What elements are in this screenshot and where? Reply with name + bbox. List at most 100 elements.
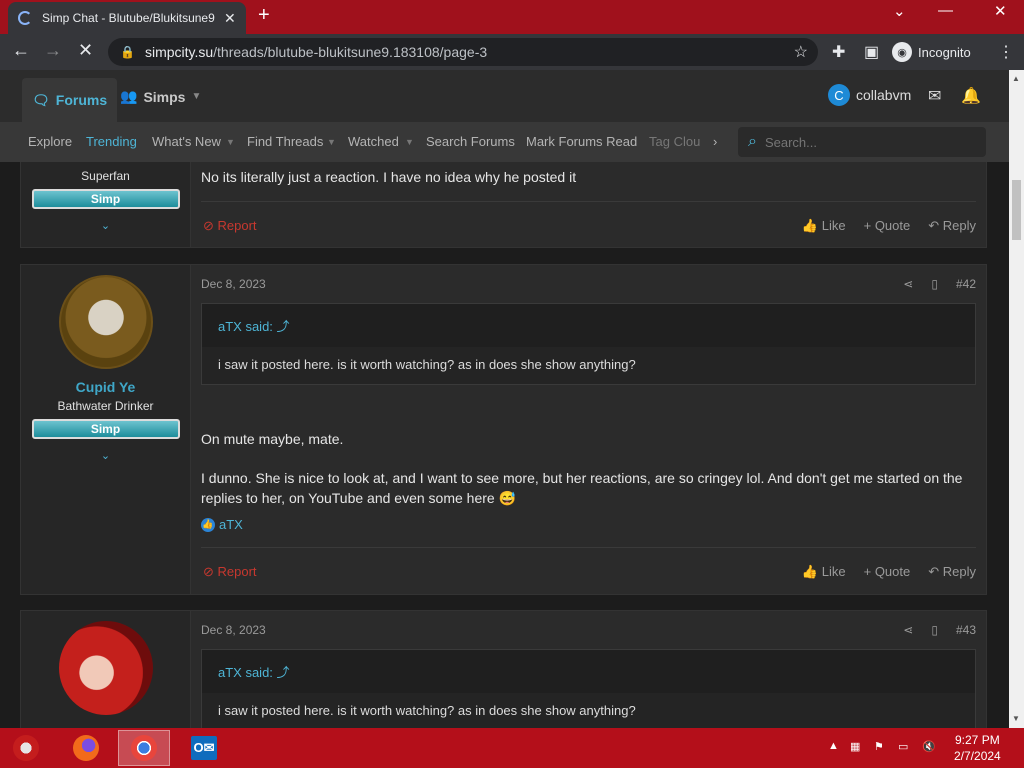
- user-banner: Simp: [31, 419, 180, 439]
- page-scrollbar[interactable]: ▲ ▼: [1009, 70, 1024, 728]
- bookmark-star-icon[interactable]: ☆: [794, 42, 808, 62]
- taskbar-chrome[interactable]: [118, 730, 170, 766]
- post: Superfan Simp ⌄ No its literally just a …: [20, 162, 987, 248]
- quote-header[interactable]: aTX said: ⤴: [202, 304, 975, 347]
- report-button[interactable]: ⊘ Report: [203, 564, 257, 580]
- browser-tab[interactable]: Simp Chat - Blutube/Blukitsune9 ✕: [8, 2, 246, 34]
- subnav-explore[interactable]: Explore: [28, 134, 72, 149]
- user-title: Bathwater Drinker: [57, 399, 154, 413]
- lock-icon[interactable]: 🔒: [120, 45, 135, 59]
- post-body: No its literally just a reaction. I have…: [201, 162, 976, 249]
- like-reaction-icon: 👍: [201, 517, 215, 532]
- reply-button[interactable]: ↶ Reply: [928, 218, 976, 234]
- taskbar-outlook[interactable]: O✉: [178, 730, 230, 766]
- bookmark-icon[interactable]: ▯: [931, 623, 938, 637]
- reaction-bar[interactable]: 👍 aTX: [201, 517, 243, 532]
- menu-icon[interactable]: ⋮: [998, 42, 1014, 62]
- share-icon[interactable]: ⋖: [903, 623, 913, 637]
- display-icon[interactable]: ▭: [898, 740, 908, 753]
- post-message: I dunno. She is nice to look at, and I w…: [201, 470, 963, 506]
- site-header: 🗨 Forums 👥 Simps ▼ C collabvm ✉ 🔔: [0, 70, 1009, 122]
- subnav-mark-read[interactable]: Mark Forums Read: [526, 134, 637, 149]
- search-box[interactable]: ⌕: [738, 127, 986, 157]
- post-date[interactable]: Dec 8, 2023: [201, 623, 266, 637]
- sub-navigation: Explore Trending What's New ▼ Find Threa…: [0, 122, 1009, 162]
- network-icon[interactable]: ▦: [850, 740, 860, 753]
- tab-search-icon[interactable]: ⌄: [893, 2, 906, 20]
- scroll-up-icon[interactable]: ▲: [1012, 74, 1020, 83]
- scroll-down-icon[interactable]: ▼: [1012, 714, 1020, 723]
- jump-icon: ⤴: [276, 665, 290, 680]
- reaction-user: aTX: [219, 517, 243, 532]
- volume-mute-icon[interactable]: 🔇: [922, 740, 936, 753]
- subnav-search-forums[interactable]: Search Forums: [426, 134, 515, 149]
- subnav-whats-new[interactable]: What's New: [152, 134, 221, 149]
- outlook-icon: O✉: [191, 736, 217, 760]
- quote-text: i saw it posted here. is it worth watchi…: [218, 357, 636, 372]
- forward-icon[interactable]: →: [44, 40, 62, 61]
- user-menu[interactable]: C collabvm: [828, 84, 911, 106]
- system-clock[interactable]: 9:27 PM 2/7/2024: [954, 732, 1001, 764]
- bell-icon[interactable]: 🔔: [961, 86, 981, 106]
- back-icon[interactable]: ←: [12, 40, 30, 61]
- post-number[interactable]: #42: [956, 277, 976, 291]
- like-button[interactable]: 👍 Like: [802, 218, 846, 234]
- report-label: Report: [217, 564, 257, 579]
- like-button[interactable]: 👍 Like: [802, 564, 846, 580]
- search-input[interactable]: [764, 134, 965, 150]
- quote-button[interactable]: + Quote: [864, 564, 911, 580]
- chevron-down-icon[interactable]: ⌄: [21, 449, 190, 462]
- reply-button[interactable]: ↶ Reply: [928, 564, 976, 580]
- username[interactable]: Cupid Ye: [21, 379, 190, 395]
- post-date[interactable]: Dec 8, 2023: [201, 277, 266, 291]
- quote-author: aTX said:: [218, 319, 273, 334]
- post-number[interactable]: #43: [956, 623, 976, 637]
- close-window-icon[interactable]: ✕: [994, 2, 1007, 20]
- quote-button[interactable]: + Quote: [864, 218, 911, 234]
- post: Dec 8, 2023 ⋖ ▯ #43 aTX said: ⤴ i saw it…: [20, 610, 987, 728]
- flag-icon[interactable]: ⚑: [874, 740, 884, 753]
- quote-header[interactable]: aTX said: ⤴: [202, 650, 975, 693]
- inbox-icon[interactable]: ✉: [928, 86, 941, 106]
- scrollbar-thumb[interactable]: [1012, 180, 1021, 240]
- stop-icon[interactable]: ✕: [78, 40, 93, 61]
- like-label: Like: [821, 564, 846, 579]
- subnav-find-threads[interactable]: Find Threads: [247, 134, 323, 149]
- url-text[interactable]: simpcity.su/threads/blutube-blukitsune9.…: [145, 44, 487, 60]
- extensions-icon[interactable]: ✚: [832, 42, 845, 62]
- user-title: Superfan: [81, 169, 130, 183]
- post-footer: ⊘ Report 👍 Like + Quote ↶ Reply: [201, 547, 976, 595]
- address-bar[interactable]: 🔒 simpcity.su/threads/blutube-blukitsune…: [108, 38, 818, 66]
- nav-simps[interactable]: 👥 Simps ▼: [120, 88, 201, 105]
- share-icon[interactable]: ⋖: [903, 277, 913, 291]
- bookmark-icon[interactable]: ▯: [931, 277, 938, 291]
- report-button[interactable]: ⊘ Report: [203, 218, 257, 234]
- quote-author: aTX said:: [218, 665, 273, 680]
- chevron-down-icon[interactable]: ▼: [405, 137, 414, 147]
- minimize-icon[interactable]: —: [938, 2, 953, 19]
- chevron-down-icon[interactable]: ⌄: [21, 219, 190, 232]
- incognito-indicator[interactable]: ◉ Incognito: [892, 42, 971, 62]
- post-body: Dec 8, 2023 ⋖ ▯ #43 aTX said: ⤴ i saw it…: [201, 611, 976, 728]
- avatar[interactable]: [58, 275, 153, 369]
- new-tab-icon[interactable]: +: [258, 4, 270, 27]
- subnav-watched[interactable]: Watched: [348, 134, 399, 149]
- tray-overflow-icon[interactable]: ▲: [828, 740, 839, 752]
- nav-forums[interactable]: 🗨 Forums: [22, 78, 118, 122]
- post-body: Dec 8, 2023 ⋖ ▯ #42 aTX said: ⤴ i saw it…: [201, 265, 976, 596]
- close-tab-icon[interactable]: ✕: [224, 10, 236, 27]
- chevron-down-icon[interactable]: ▼: [226, 137, 235, 147]
- quote-text: i saw it posted here. is it worth watchi…: [218, 703, 636, 718]
- start-button[interactable]: [0, 730, 52, 766]
- chevron-right-icon[interactable]: ›: [713, 134, 717, 149]
- side-panel-icon[interactable]: ▣: [864, 42, 879, 62]
- avatar[interactable]: [58, 621, 153, 715]
- start-orb-icon: [13, 735, 39, 761]
- reply-label: Reply: [942, 218, 976, 233]
- taskbar-firefox[interactable]: [60, 730, 112, 766]
- subnav-trending[interactable]: Trending: [86, 134, 137, 149]
- post-footer: ⊘ Report 👍 Like + Quote ↶ Reply: [201, 201, 976, 249]
- subnav-tag-cloud[interactable]: Tag Clou: [649, 134, 700, 149]
- chevron-down-icon[interactable]: ▼: [327, 137, 336, 147]
- reply-label: Reply: [942, 564, 976, 579]
